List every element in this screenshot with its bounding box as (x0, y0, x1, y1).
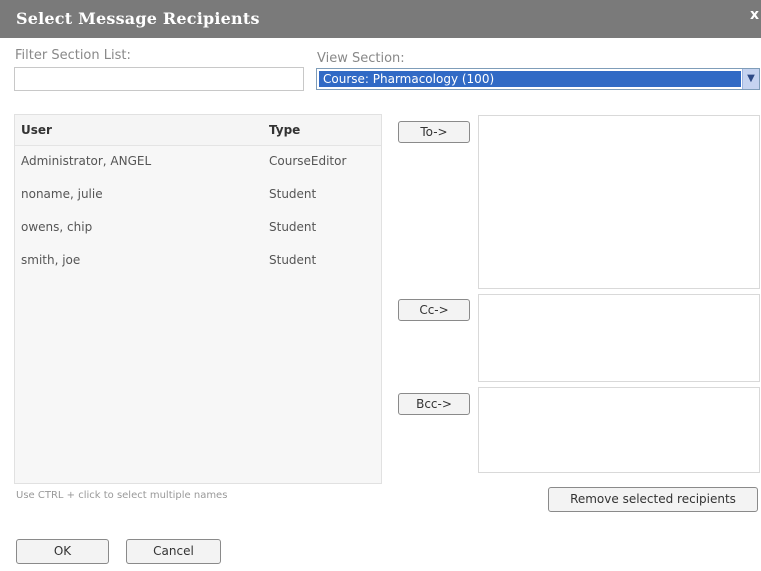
user-name: Administrator, ANGEL (21, 154, 152, 168)
user-type: CourseEditor (269, 154, 347, 168)
multi-select-hint: Use CTRL + click to select multiple name… (16, 490, 228, 501)
column-header-user[interactable]: User (21, 123, 52, 137)
cancel-button[interactable]: Cancel (126, 539, 221, 564)
dialog-title: Select Message Recipients (16, 9, 260, 28)
add-to-button[interactable]: To-> (398, 121, 470, 143)
chevron-down-icon[interactable]: ▼ (742, 69, 759, 89)
user-name: owens, chip (21, 220, 93, 234)
user-type: Student (269, 220, 317, 234)
view-section-select[interactable]: Course: Pharmacology (100) ▼ (316, 68, 760, 90)
close-icon[interactable]: x (750, 7, 759, 23)
list-item[interactable]: noname, julie Student (15, 178, 381, 211)
user-type: Student (269, 253, 317, 267)
user-name: noname, julie (21, 187, 103, 201)
view-section-selected: Course: Pharmacology (100) (319, 71, 741, 87)
remove-selected-recipients-button[interactable]: Remove selected recipients (548, 487, 758, 512)
cc-recipients-list[interactable] (478, 294, 760, 382)
dialog-titlebar: Select Message Recipients x (0, 0, 761, 38)
add-cc-button[interactable]: Cc-> (398, 299, 470, 321)
filter-section-input[interactable] (14, 67, 304, 91)
column-header-type[interactable]: Type (269, 123, 300, 137)
filter-label: Filter Section List: (15, 48, 131, 63)
list-item[interactable]: owens, chip Student (15, 211, 381, 244)
user-list[interactable]: User Type Administrator, ANGEL CourseEdi… (14, 114, 382, 484)
user-list-header: User Type (15, 115, 381, 146)
user-name: smith, joe (21, 253, 81, 267)
view-section-label: View Section: (317, 51, 405, 66)
to-recipients-list[interactable] (478, 115, 760, 289)
add-bcc-button[interactable]: Bcc-> (398, 393, 470, 415)
ok-button[interactable]: OK (16, 539, 109, 564)
user-type: Student (269, 187, 317, 201)
bcc-recipients-list[interactable] (478, 387, 760, 473)
list-item[interactable]: smith, joe Student (15, 244, 381, 277)
list-item[interactable]: Administrator, ANGEL CourseEditor (15, 145, 381, 178)
